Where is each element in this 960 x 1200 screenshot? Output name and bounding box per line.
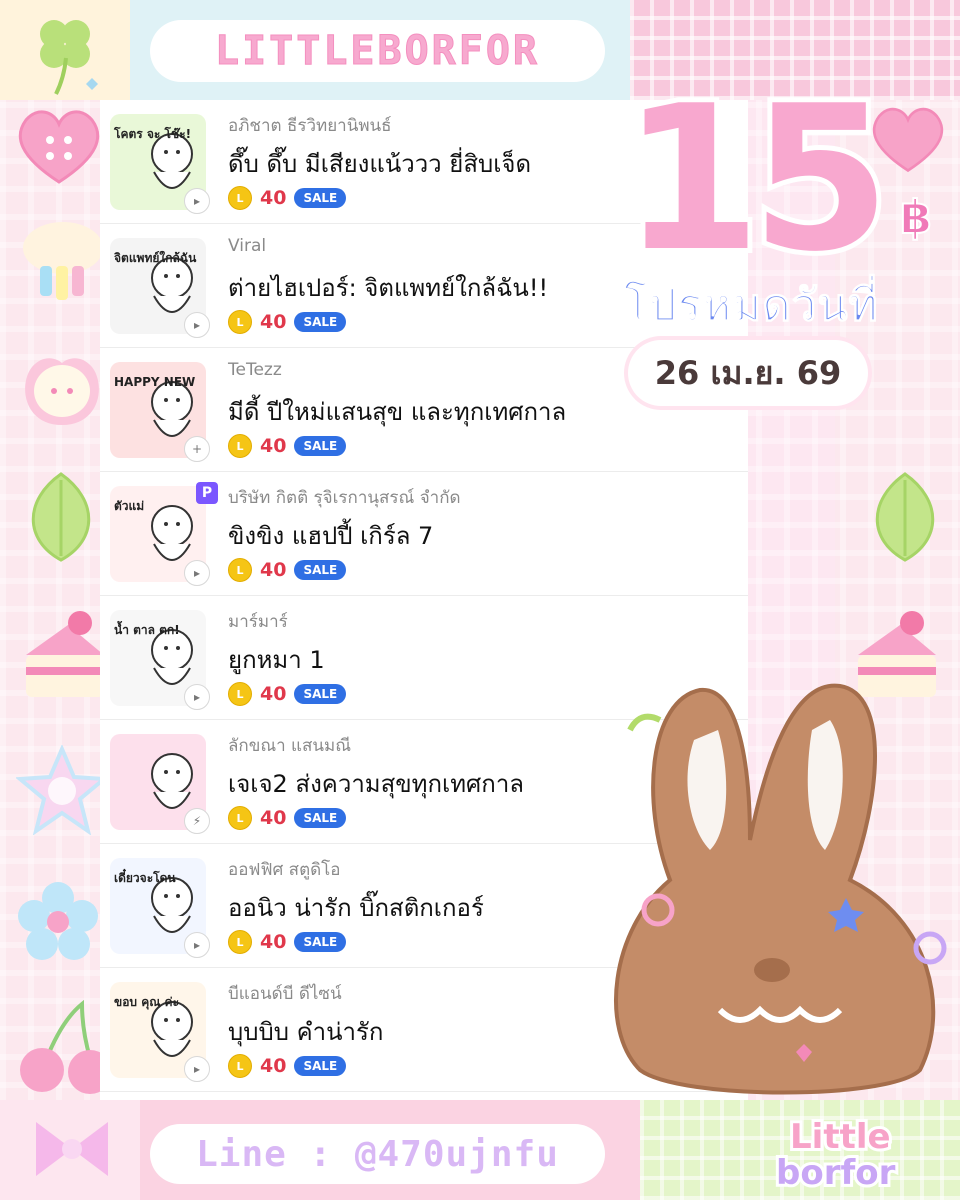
sticker-title[interactable]: ขิงขิง แฮปปี้ เกิร์ล 7	[228, 516, 433, 555]
currency-symbol: ฿	[899, 189, 933, 245]
sticker-price: L 40 SALE	[228, 310, 347, 334]
price-amount: 40	[260, 683, 287, 705]
sticker-title[interactable]: ดึ๊บ ดึ๊บ มีเสียงแน้ววว ยี่สิบเจ็ด	[228, 144, 531, 183]
sticker-title[interactable]: เจเจ2 ส่งความสุขทุกเทศกาล	[228, 764, 524, 803]
sale-badge: SALE	[294, 560, 347, 580]
promo-date-badge: 26 เม.ย. 69	[628, 340, 868, 406]
line-coin-icon: L	[228, 682, 252, 706]
sticker-thumb-text: ขอบ คุณ ค่ะ	[114, 995, 179, 1010]
sticker-author[interactable]: TeTezz	[228, 360, 282, 380]
sale-badge: SALE	[294, 808, 347, 828]
sale-badge: SALE	[294, 1056, 347, 1076]
sticker-title[interactable]: ยูกหมา 1	[228, 640, 325, 679]
price-amount: 40	[260, 807, 287, 829]
sticker-author[interactable]: ลักขณา แสนมณี	[228, 732, 351, 759]
line-coin-icon: L	[228, 806, 252, 830]
sticker-author[interactable]: ออฟฟิศ สตูดิโอ	[228, 856, 340, 883]
promo-poster: LITTLEBORFOR โคตร จะ โช๊ะ! ▸ อภิชาต ธีรว…	[0, 0, 960, 1200]
sticker-thumb-text: ตัวแม่	[114, 499, 144, 513]
line-coin-icon: L	[228, 558, 252, 582]
sticker-price: L 40 SALE	[228, 186, 347, 210]
leaf-icon	[31, 472, 91, 562]
logo-bottom-text: borfor	[776, 1153, 896, 1190]
sound-icon[interactable]: ▸	[184, 560, 210, 586]
sticker-title[interactable]: ต่ายไฮเปอร์: จิตแพทย์ใกล้ฉัน!!	[228, 268, 548, 307]
line-coin-icon: L	[228, 434, 252, 458]
sale-badge: SALE	[294, 684, 347, 704]
price-amount: 40	[260, 1055, 287, 1077]
sound-icon[interactable]: ▸	[184, 1056, 210, 1082]
sticker-thumb-text: น้ำ ตาล ตก!	[114, 620, 180, 637]
promo-number: 15	[617, 78, 895, 268]
sticker-price: L 40 SALE	[228, 930, 347, 954]
sale-badge: SALE	[294, 436, 347, 456]
sticker-author[interactable]: Viral	[228, 236, 266, 256]
price-amount: 40	[260, 931, 287, 953]
brand-banner: LITTLEBORFOR	[150, 20, 605, 82]
sale-badge: SALE	[294, 932, 347, 952]
sticker-price: L 40 SALE	[228, 806, 347, 830]
sticker-thumb-text: HAPPY NEW	[114, 375, 195, 389]
line-coin-icon: L	[228, 310, 252, 334]
sticker-row[interactable]: ตัวแม่ ▸ P บริษัท กิตติ รุจิเรกานุสรณ์ จ…	[100, 472, 748, 596]
apple-icon	[25, 358, 99, 425]
sound-icon[interactable]: ▸	[184, 188, 210, 214]
brand-name: LITTLEBORFOR	[215, 28, 540, 75]
sound-icon[interactable]: ▸	[184, 932, 210, 958]
bunny-cookie-icon	[614, 683, 947, 1095]
sticker-title[interactable]: ออนิว น่ารัก บิ๊กสติกเกอร์	[228, 888, 484, 927]
price-amount: 40	[260, 187, 287, 209]
sticker-author[interactable]: บริษัท กิตติ รุจิเรกานุสรณ์ จำกัด	[228, 484, 461, 511]
cake-icon	[26, 611, 104, 697]
promo-number-text: 15	[622, 78, 880, 268]
sticker-price: L 40 SALE	[228, 434, 347, 458]
line-id[interactable]: Line : @470ujnfu	[196, 1134, 559, 1175]
sticker-author[interactable]: อภิชาต ธีรวิทยานิพนธ์	[228, 112, 392, 139]
sticker-author[interactable]: บีแอนด์บี ดีไซน์	[228, 980, 342, 1007]
premium-badge: P	[196, 482, 218, 504]
plus-icon[interactable]: +	[184, 436, 210, 462]
heart-button-icon	[18, 110, 100, 184]
sticker-price: L 40 SALE	[228, 1054, 347, 1078]
mushroom-icon	[23, 222, 103, 300]
price-amount: 40	[260, 435, 287, 457]
sound-icon[interactable]: ▸	[184, 684, 210, 710]
line-coin-icon: L	[228, 930, 252, 954]
clover-icon	[40, 20, 98, 95]
sticker-price: L 40 SALE	[228, 682, 347, 706]
price-amount: 40	[260, 559, 287, 581]
bolt-icon[interactable]: ⚡	[184, 808, 210, 834]
sound-icon[interactable]: ▸	[184, 312, 210, 338]
leaf-right-icon	[875, 472, 935, 562]
star-icon	[16, 745, 108, 835]
price-amount: 40	[260, 311, 287, 333]
promo-date: 26 เม.ย. 69	[654, 353, 842, 392]
littleborfor-logo: Little borfor	[773, 1114, 899, 1190]
sticker-author[interactable]: มาร์มาร์	[228, 608, 288, 635]
line-id-banner[interactable]: Line : @470ujnfu	[150, 1124, 605, 1184]
line-coin-icon: L	[228, 186, 252, 210]
line-coin-icon: L	[228, 1054, 252, 1078]
sticker-title[interactable]: บุบบิบ คำน่ารัก	[228, 1012, 383, 1051]
sticker-title[interactable]: มีดี้ ปีใหม่แสนสุข และทุกเทศกาล	[228, 392, 566, 431]
promo-label: โปรหมดวันที่	[624, 280, 879, 332]
flower-icon	[18, 882, 98, 960]
sale-badge: SALE	[294, 188, 347, 208]
sticker-thumb-text: เดี๋ยวจะโดน	[114, 868, 176, 885]
sticker-price: L 40 SALE	[228, 558, 347, 582]
sticker-thumb-text: โคตร จะ โช๊ะ!	[113, 126, 191, 141]
sale-badge: SALE	[294, 312, 347, 332]
logo-top-text: Little	[790, 1117, 891, 1157]
sticker-thumb-text: จิตแพทย์ใกล้ฉัน	[114, 250, 197, 265]
bow-icon	[36, 1122, 108, 1176]
